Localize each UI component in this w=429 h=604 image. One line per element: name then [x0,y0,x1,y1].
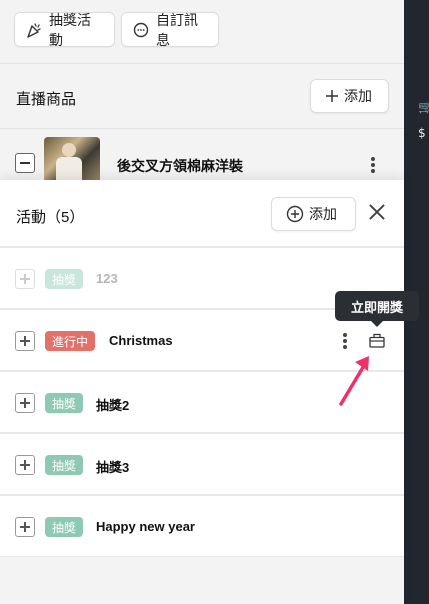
activity-name: Happy new year [96,519,195,534]
activity-row[interactable]: 抽獎 Happy new year [0,496,404,558]
status-badge: 抽獎 [45,455,84,475]
close-icon[interactable] [368,203,386,221]
add-product-button[interactable]: 添加 [310,79,389,113]
plus-icon [325,89,339,103]
expand-activity-checkbox[interactable] [15,269,35,289]
annotation-arrow-icon [335,352,375,413]
activity-name: 123 [96,271,118,286]
activity-name: 抽獎3 [96,460,130,475]
live-products-title: 直播商品 [16,91,77,108]
kebab-menu-icon[interactable] [343,333,347,351]
add-activity-button[interactable]: 添加 [271,197,356,231]
status-badge: 抽獎 [45,269,84,289]
status-badge: 進行中 [45,331,96,351]
expand-activity-checkbox[interactable] [15,331,35,351]
activity-name: Christmas [109,333,173,348]
activities-title: 活動（5） [16,209,85,226]
expand-activity-checkbox[interactable] [15,517,35,537]
remove-product-checkbox[interactable] [15,153,35,173]
draw-now-tooltip: 立即開獎 [335,291,419,327]
add-product-label: 添加 [344,88,372,104]
custom-message-button[interactable]: 自訂訊息 [121,11,219,48]
chat-bubble-icon [132,21,150,39]
party-popper-icon [25,21,43,39]
expand-activity-checkbox[interactable] [15,455,35,475]
product-name: 後交叉方領棉麻洋裝 [117,158,243,174]
activity-name: 抽獎2 [96,398,130,413]
custom-message-label: 自訂訊息 [156,11,198,48]
expand-activity-checkbox[interactable] [15,393,35,413]
product-row[interactable]: 後交叉方領棉麻洋裝 [0,127,404,187]
lottery-activity-label: 抽獎活動 [49,11,91,48]
lottery-activity-button[interactable]: 抽獎活動 [14,11,115,48]
status-badge: 抽獎 [45,517,84,537]
status-badge: 抽獎 [45,393,84,413]
top-toolbar: 抽獎活動 自訂訊息 [0,0,404,64]
activity-row[interactable]: 抽獎 抽獎3 [0,434,404,496]
kebab-menu-icon[interactable] [371,157,375,175]
gift-box-icon[interactable] [369,333,385,353]
plus-circle-icon [286,205,304,223]
dollar-icon[interactable]: $ [418,126,426,140]
panel-footer [0,557,404,604]
add-activity-label: 添加 [309,206,337,222]
cart-icon[interactable]: 🛒 [418,100,429,114]
